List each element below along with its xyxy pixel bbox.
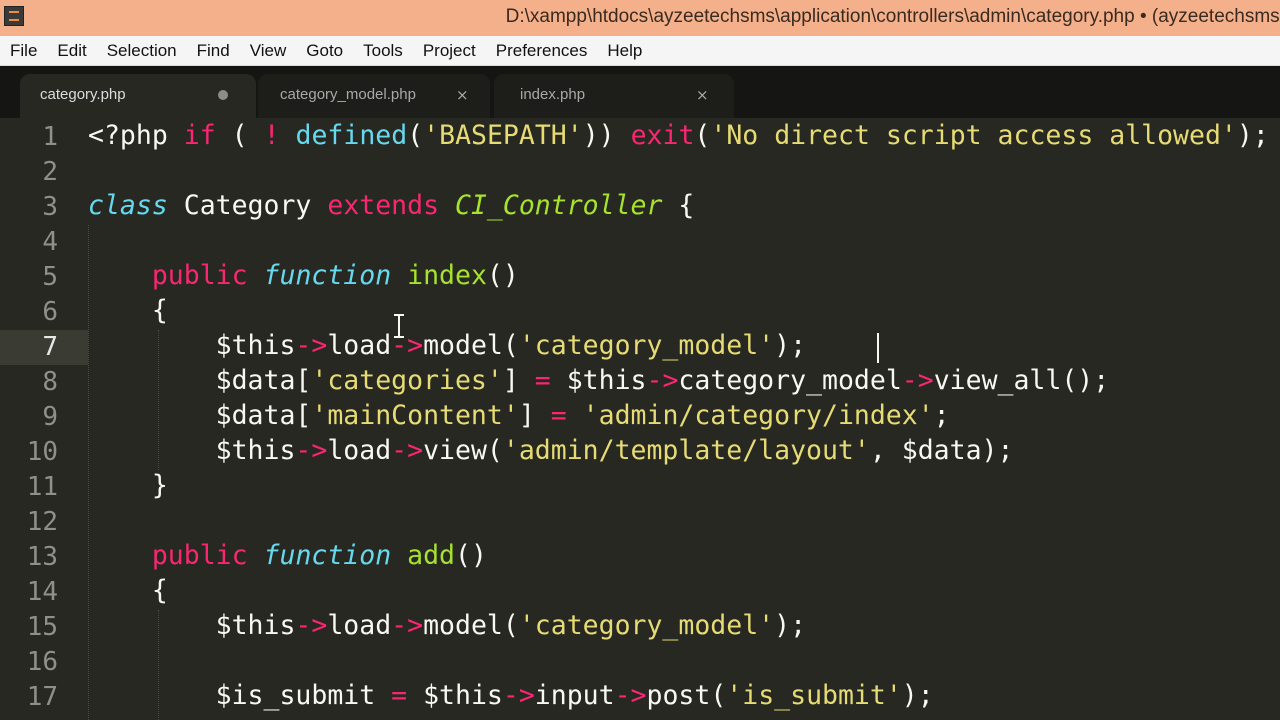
modified-dot-icon[interactable] xyxy=(218,90,228,100)
menu-file[interactable]: File xyxy=(0,36,47,65)
line-number: 16 xyxy=(26,647,58,677)
close-icon[interactable]: × xyxy=(456,86,469,104)
line-number: 12 xyxy=(26,507,58,537)
line-number: 7 xyxy=(42,332,58,362)
sublime-text-window: D:\xampp\htdocs\ayzeetechsms\application… xyxy=(0,0,1280,720)
tab-label: index.php xyxy=(520,86,586,103)
menu-project[interactable]: Project xyxy=(413,36,486,65)
code-line[interactable]: } xyxy=(88,468,168,503)
code-line[interactable]: $this->load->model('category_model'); xyxy=(88,608,806,643)
line-number: 5 xyxy=(42,262,58,292)
sublime-text-icon[interactable] xyxy=(4,6,24,26)
line-number: 1 xyxy=(42,122,58,152)
line-number: 2 xyxy=(42,157,58,187)
tab-index-php[interactable]: index.php × xyxy=(494,74,734,118)
code-line[interactable]: class Category extends CI_Controller { xyxy=(88,188,694,223)
title-bar[interactable]: D:\xampp\htdocs\ayzeetechsms\application… xyxy=(0,0,1280,36)
menu-view[interactable]: View xyxy=(240,36,297,65)
line-number: 10 xyxy=(26,437,58,467)
code-line[interactable]: { xyxy=(88,573,168,608)
line-number: 6 xyxy=(42,297,58,327)
code-line[interactable]: <?php if ( ! defined('BASEPATH')) exit('… xyxy=(88,118,1269,153)
tab-category-php[interactable]: category.php xyxy=(20,74,256,118)
close-icon[interactable]: × xyxy=(696,86,709,104)
text-cursor-icon xyxy=(394,314,404,338)
line-number: 4 xyxy=(42,227,58,257)
code-line[interactable]: $data['categories'] = $this->category_mo… xyxy=(88,363,1110,398)
line-number: 11 xyxy=(26,472,58,502)
tab-label: category_model.php xyxy=(280,86,416,103)
menu-selection[interactable]: Selection xyxy=(97,36,187,65)
menu-tools[interactable]: Tools xyxy=(353,36,413,65)
line-number: 15 xyxy=(26,612,58,642)
code-line[interactable]: $is_submit = $this->input->post('is_subm… xyxy=(88,678,934,713)
menu-bar: File Edit Selection Find View Goto Tools… xyxy=(0,36,1280,66)
tab-bar: category.php category_model.php × index.… xyxy=(0,66,1280,118)
code-editor[interactable]: 1 2 3 4 5 6 7 8 9 10 11 12 13 14 15 16 1… xyxy=(0,118,1280,720)
menu-find[interactable]: Find xyxy=(187,36,240,65)
code-line[interactable]: $this->load->model('category_model'); xyxy=(88,328,806,363)
menu-goto[interactable]: Goto xyxy=(296,36,353,65)
tab-category-model-php[interactable]: category_model.php × xyxy=(258,74,490,118)
line-number: 9 xyxy=(42,402,58,432)
tab-label: category.php xyxy=(40,86,126,103)
line-number: 14 xyxy=(26,577,58,607)
code-line[interactable]: public function add() xyxy=(88,538,487,573)
code-line[interactable]: { xyxy=(88,293,168,328)
code-line[interactable]: public function index() xyxy=(88,258,519,293)
line-number: 13 xyxy=(26,542,58,572)
menu-preferences[interactable]: Preferences xyxy=(486,36,598,65)
line-number: 3 xyxy=(42,192,58,222)
line-number-gutter[interactable]: 1 2 3 4 5 6 7 8 9 10 11 12 13 14 15 16 1… xyxy=(0,118,72,720)
menu-edit[interactable]: Edit xyxy=(47,36,96,65)
code-line[interactable]: $data['mainContent'] = 'admin/category/i… xyxy=(88,398,950,433)
text-caret xyxy=(877,333,879,363)
code-line[interactable]: $this->load->view('admin/template/layout… xyxy=(88,433,1014,468)
line-number: 17 xyxy=(26,682,58,712)
window-title: D:\xampp\htdocs\ayzeetechsms\application… xyxy=(505,6,1280,27)
menu-help[interactable]: Help xyxy=(597,36,652,65)
line-number: 8 xyxy=(42,367,58,397)
